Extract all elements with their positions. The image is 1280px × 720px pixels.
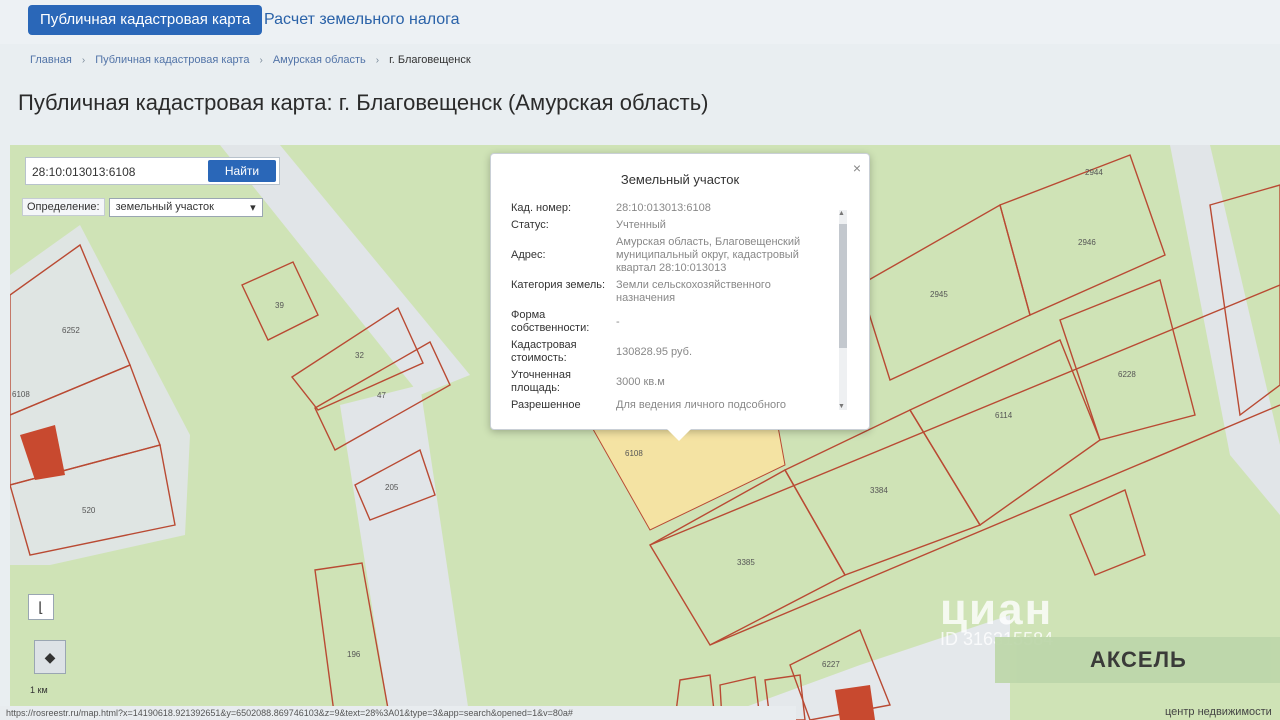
cian-logo: циан (940, 585, 1054, 634)
breadcrumb-map[interactable]: Публичная кадастровая карта (95, 54, 249, 66)
breadcrumb: Главная › Публичная кадастровая карта › … (30, 50, 471, 70)
map-scale: 1 км (30, 685, 48, 695)
parcel-number: 3384 (870, 486, 888, 495)
page-title: Публичная кадастровая карта: г. Благовещ… (18, 90, 709, 115)
parcel-number: 39 (275, 301, 284, 310)
scrollbar-thumb[interactable] (839, 224, 847, 348)
ruler-icon: ⌊ (38, 598, 44, 615)
search-button[interactable]: Найти (208, 160, 276, 182)
definition-selected-value: земельный участок (115, 200, 214, 213)
road (340, 385, 470, 720)
agency-banner: АКСЕЛЬ (995, 637, 1280, 683)
info-value: - (616, 316, 620, 328)
info-value: Для ведения личного подсобного (616, 399, 787, 411)
parcel-number: 2944 (1085, 168, 1103, 177)
parcel-number: 3385 (737, 558, 755, 567)
info-value: Учтенный (616, 219, 666, 231)
info-row: Кад. номер: 28:10:013013:6108 (511, 202, 841, 215)
parcel-number: 6228 (1118, 370, 1136, 379)
close-icon[interactable]: × (853, 160, 861, 176)
info-label: Статус: (511, 219, 549, 231)
breadcrumb-home[interactable]: Главная (30, 54, 72, 66)
breadcrumb-city: г. Благовещенск (389, 54, 471, 66)
info-label: Форма собственности: (511, 309, 590, 334)
status-url: https://rosreestr.ru/map.html?x=14190618… (0, 706, 796, 720)
info-value: Земли сельскохозяйственного назначения (616, 279, 771, 304)
parcel-number: 205 (385, 483, 399, 492)
top-bar: Публичная кадастровая карта Расчет земел… (0, 0, 1280, 44)
agency-subtitle: центр недвижимости (1165, 706, 1272, 718)
chevron-right-icon: › (259, 54, 263, 66)
parcel-number: 2945 (930, 290, 948, 299)
parcel (999, 154, 1166, 316)
popup-scrollbar[interactable]: ▲ ▼ (838, 210, 847, 410)
info-value: Амурская область, Благовещенский муницип… (616, 236, 801, 274)
tab-land-tax-calculation[interactable]: Расчет земельного налога (252, 5, 472, 35)
parcel-number: 6108 (625, 449, 643, 458)
info-label: Кадастровая стоимость: (511, 339, 577, 364)
chevron-down-icon: ▾ (250, 201, 256, 214)
info-row: Адрес: Амурская область, Благовещенский м… (511, 236, 841, 275)
info-value: 28:10:013013:6108 (616, 202, 711, 214)
cadastral-number-input[interactable] (30, 161, 204, 183)
info-row: Кадастровая стоимость: 130828.95 руб. (511, 339, 841, 365)
scroll-up-icon[interactable]: ▲ (838, 210, 845, 217)
info-label: Уточненная площадь: (511, 369, 571, 394)
info-row: Категория земель: Земли сельскохозяйствен… (511, 279, 841, 305)
popup-title: Земельный участок (620, 172, 740, 187)
info-value: 130828.95 руб. (616, 346, 693, 358)
info-row: Форма собственности: - (511, 309, 841, 335)
parcel (1059, 279, 1196, 441)
info-row: Статус: Учтенный (511, 219, 841, 232)
parcel (1069, 489, 1146, 576)
parcel-info-popup: Земельный участок × Кад. номер: 28:10:013… (490, 153, 870, 441)
info-row: Уточненная площадь: 3000 кв.м (511, 369, 841, 395)
info-row: Разрешенное Для ведения личного подсобног… (511, 399, 841, 412)
definition-select[interactable]: земельный участок ▾ (108, 197, 263, 217)
parcel-number: 6252 (62, 326, 80, 335)
search-box: Найти (25, 157, 280, 185)
chevron-right-icon: › (375, 54, 380, 66)
info-label: Кад. номер: (511, 202, 572, 214)
info-label: Разрешенное (511, 399, 581, 411)
agency-name: АКСЕЛЬ (1090, 647, 1187, 672)
layers-button[interactable]: ◆ (34, 640, 66, 674)
ruler-tool-button[interactable]: ⌊ (28, 594, 54, 620)
parcel-number: 2946 (1078, 238, 1096, 247)
breadcrumb-region[interactable]: Амурская область (273, 54, 366, 66)
popup-body: Кад. номер: 28:10:013013:6108 Статус: Учте… (511, 202, 841, 414)
parcel-number: 196 (347, 650, 361, 659)
chevron-right-icon: › (81, 54, 86, 66)
layers-icon: ◆ (44, 648, 56, 665)
definition-row: Определение: земельный участок ▾ (22, 197, 263, 217)
info-value: 3000 кв.м (616, 376, 665, 388)
tab-public-cadastral-map[interactable]: Публичная кадастровая карта (28, 5, 263, 35)
parcel (908, 339, 1101, 527)
info-label: Категория земель: (511, 279, 606, 291)
parcel-number: 32 (355, 351, 364, 360)
building (835, 685, 875, 720)
info-label: Адрес: (511, 249, 546, 261)
parcel-number: 6108 (12, 390, 30, 399)
definition-label: Определение: (22, 198, 105, 216)
scroll-down-icon[interactable]: ▼ (838, 403, 845, 410)
parcel-number: 47 (377, 391, 386, 400)
parcel-number: 6114 (995, 411, 1013, 420)
parcel-number: 520 (82, 506, 96, 515)
parcel-number: 6227 (822, 660, 840, 669)
